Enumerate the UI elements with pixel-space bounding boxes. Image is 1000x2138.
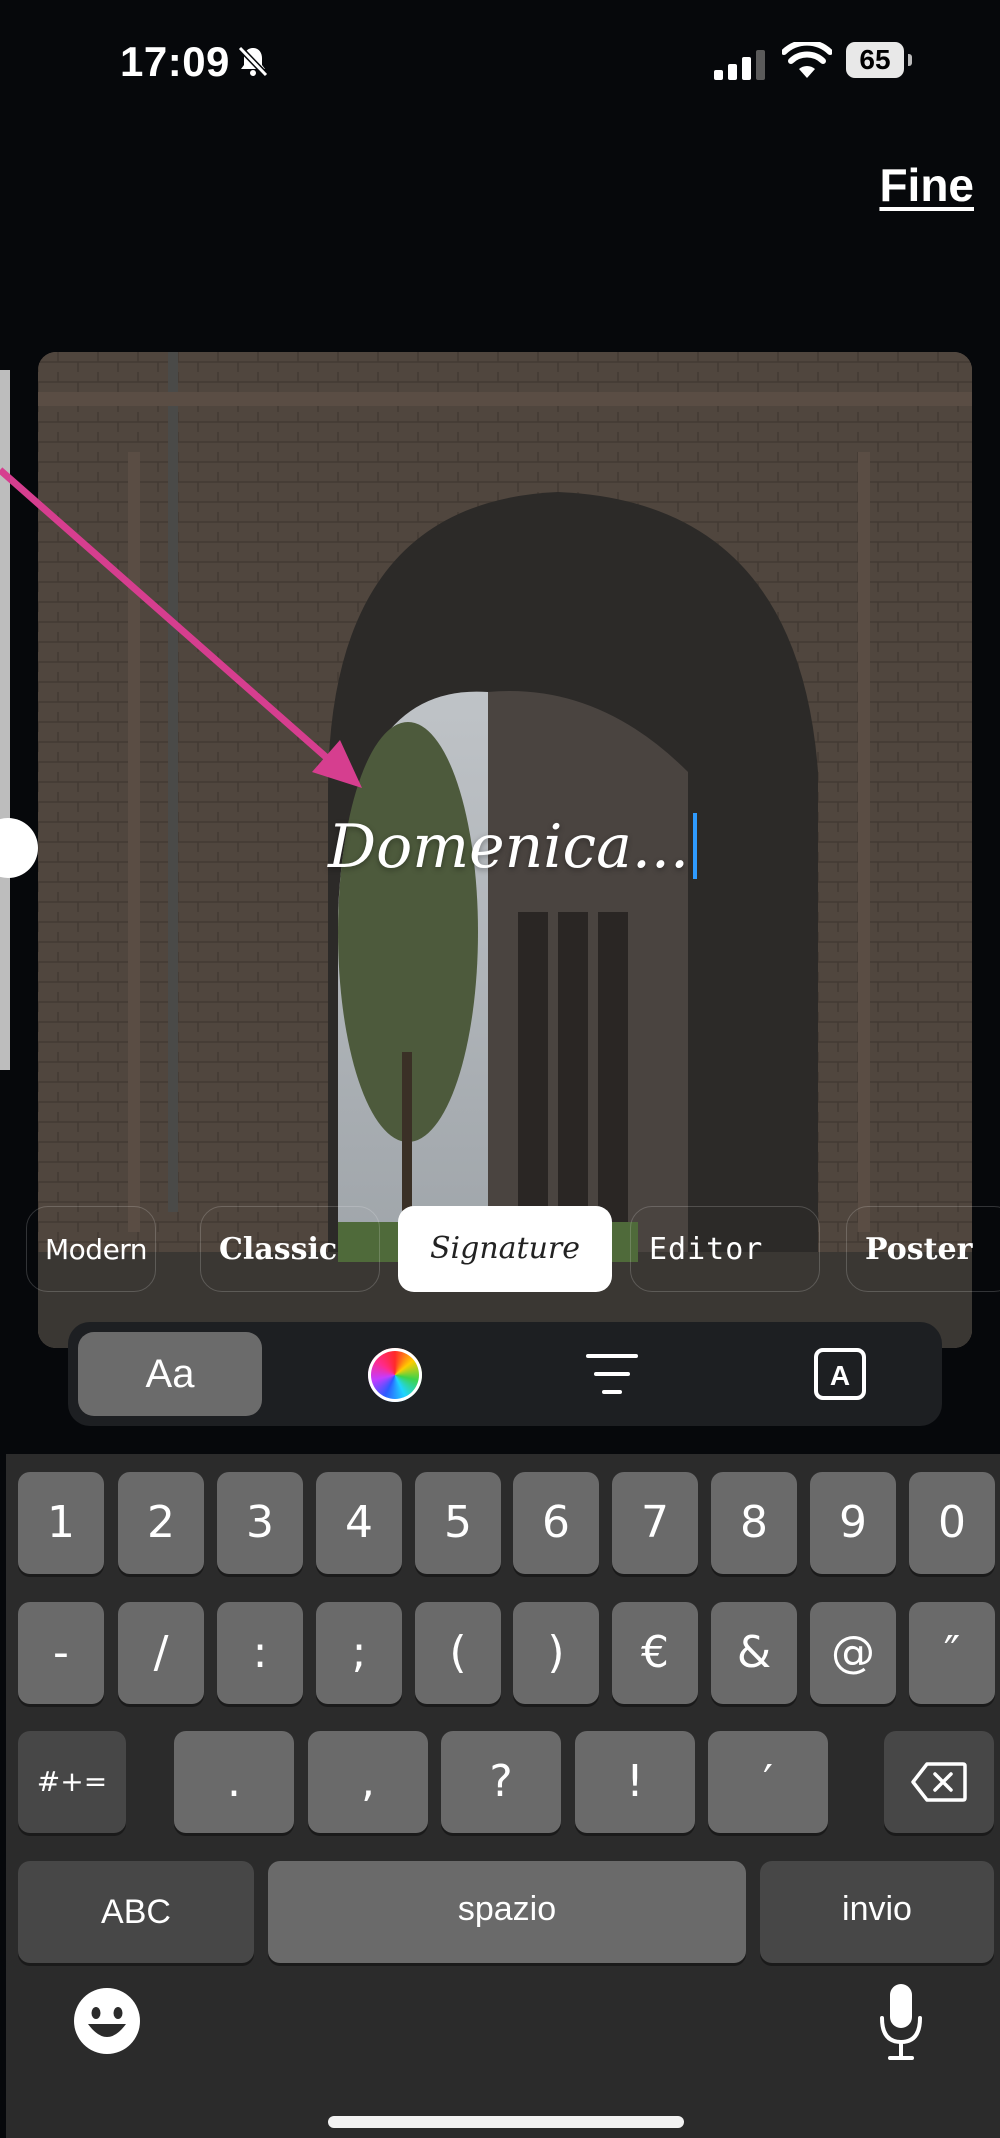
battery-icon: 65 xyxy=(846,42,904,78)
key-2[interactable]: 2 xyxy=(118,1472,204,1574)
key-7[interactable]: 7 xyxy=(612,1472,698,1574)
home-indicator[interactable] xyxy=(328,2116,684,2128)
key-open-paren[interactable]: ( xyxy=(415,1602,501,1704)
story-text-input[interactable]: Domenica... xyxy=(328,812,698,882)
battery-level: 65 xyxy=(859,44,891,75)
abc-key[interactable]: ABC xyxy=(18,1861,254,1963)
cellular-signal-icon xyxy=(714,50,765,80)
microphone-icon[interactable] xyxy=(878,1982,924,2062)
emoji-icon[interactable] xyxy=(74,1988,140,2054)
done-button[interactable]: Fine xyxy=(879,158,974,212)
key-1[interactable]: 1 xyxy=(18,1472,104,1574)
return-key[interactable]: invio xyxy=(760,1861,994,1963)
key-slash[interactable]: / xyxy=(118,1602,204,1704)
key-hyphen[interactable]: - xyxy=(18,1602,104,1704)
text-size-slider-track[interactable] xyxy=(0,370,10,1070)
text-toolbar: Aa A xyxy=(68,1322,942,1426)
text-caret xyxy=(693,813,698,879)
font-option-modern[interactable]: Modern xyxy=(26,1206,156,1292)
key-euro[interactable]: € xyxy=(612,1602,698,1704)
key-at[interactable]: @ xyxy=(810,1602,896,1704)
key-5[interactable]: 5 xyxy=(415,1472,501,1574)
symbols-toggle-key[interactable]: #+= xyxy=(18,1731,126,1833)
color-wheel-icon[interactable] xyxy=(368,1348,422,1402)
font-option-classic[interactable]: Classic xyxy=(200,1206,380,1292)
key-6[interactable]: 6 xyxy=(513,1472,599,1574)
key-0[interactable]: 0 xyxy=(909,1472,995,1574)
key-3[interactable]: 3 xyxy=(217,1472,303,1574)
space-key[interactable]: spazio xyxy=(268,1861,746,1963)
backspace-icon xyxy=(911,1762,967,1802)
align-icon[interactable] xyxy=(586,1350,638,1398)
key-colon[interactable]: : xyxy=(217,1602,303,1704)
battery-tip xyxy=(908,54,912,66)
font-option-editor[interactable]: Editor xyxy=(630,1206,820,1292)
text-size-slider-handle[interactable] xyxy=(0,818,38,878)
font-option-signature[interactable]: Signature xyxy=(398,1206,612,1292)
status-time: 17:09 xyxy=(120,38,230,85)
key-double-quote[interactable]: ″ xyxy=(909,1602,995,1704)
key-8[interactable]: 8 xyxy=(711,1472,797,1574)
key-close-paren[interactable]: ) xyxy=(513,1602,599,1704)
key-9[interactable]: 9 xyxy=(810,1472,896,1574)
bell-slash-icon xyxy=(237,45,269,78)
key-4[interactable]: 4 xyxy=(316,1472,402,1574)
font-button[interactable]: Aa xyxy=(78,1332,262,1416)
wifi-icon xyxy=(782,42,832,78)
story-text-value: Domenica... xyxy=(328,812,690,882)
key-semicolon[interactable]: ; xyxy=(316,1602,402,1704)
key-period[interactable]: . xyxy=(174,1731,294,1833)
key-apostrophe[interactable]: ′ xyxy=(708,1731,828,1833)
backspace-key[interactable] xyxy=(884,1731,994,1833)
key-question[interactable]: ? xyxy=(441,1731,561,1833)
key-ampersand[interactable]: & xyxy=(711,1602,797,1704)
status-bar: 17:09 65 xyxy=(0,0,1000,120)
font-style-selector: Modern Classic Signature Editor Poster xyxy=(0,1206,1000,1292)
font-option-poster[interactable]: Poster xyxy=(846,1206,1000,1292)
key-comma[interactable]: , xyxy=(308,1731,428,1833)
svg-text:A: A xyxy=(830,1360,850,1391)
text-style-icon[interactable]: A xyxy=(812,1346,868,1402)
key-exclamation[interactable]: ! xyxy=(575,1731,695,1833)
